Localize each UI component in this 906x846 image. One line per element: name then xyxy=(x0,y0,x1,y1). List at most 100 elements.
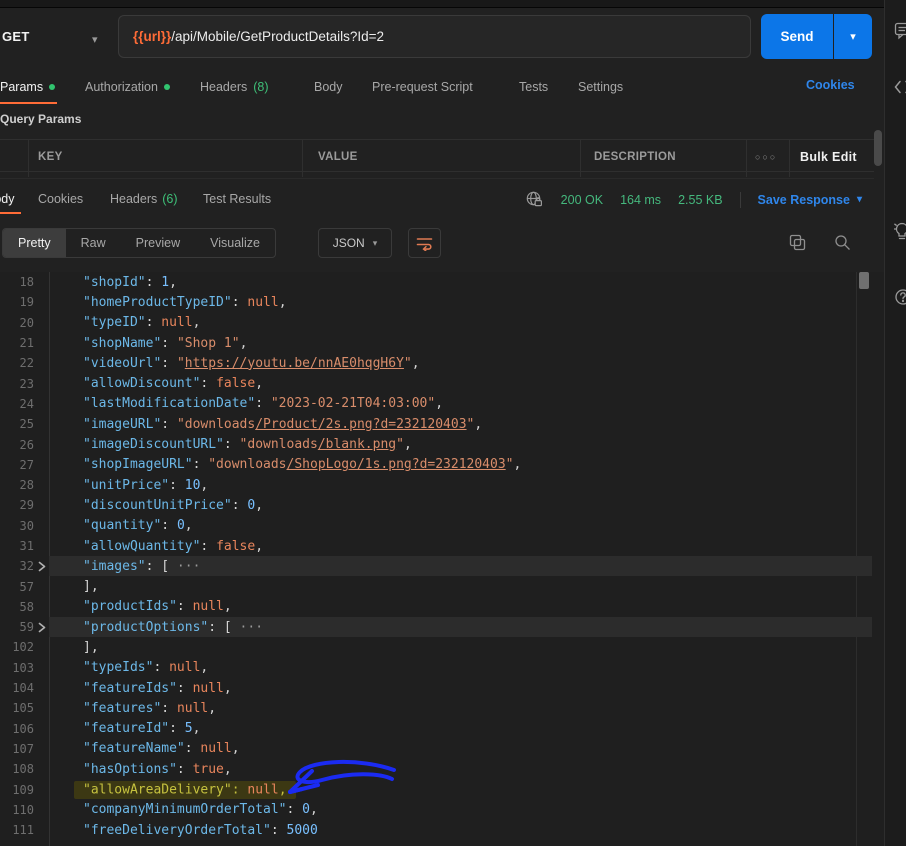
response-tab-test-results[interactable]: Test Results xyxy=(203,185,271,213)
tab-label: Headers xyxy=(110,192,157,206)
code-text: "typeID": null, xyxy=(49,315,200,330)
column-divider xyxy=(28,140,29,177)
documentation-icon[interactable] xyxy=(894,22,906,45)
tab-settings[interactable]: Settings xyxy=(578,72,623,102)
code-line: 57], xyxy=(0,576,884,596)
code-text: "productOptions": [ ··· xyxy=(49,620,263,635)
view-visualize[interactable]: Visualize xyxy=(195,229,275,257)
tab-label: Authorization xyxy=(85,80,158,94)
code-text: ], xyxy=(49,579,99,594)
code-line: 24 "lastModificationDate": "2023-02-21T04… xyxy=(0,394,884,414)
save-response-label: Save Response xyxy=(758,193,850,207)
code-text: "imageDiscountURL": "downloads/blank.png… xyxy=(49,437,412,452)
response-meta: 200 OK 164 ms 2.55 KB Save Response ▾ xyxy=(525,190,862,209)
code-line: 110"companyMinimumOrderTotal": 0, xyxy=(0,800,884,820)
method-selector[interactable]: GET ▾ xyxy=(0,15,117,58)
line-number: 29 xyxy=(0,498,34,512)
format-label: JSON xyxy=(333,236,365,250)
highlighted-selection: "allowAreaDelivery": null, xyxy=(74,781,296,799)
tab-label: Params xyxy=(0,80,43,94)
wrap-lines-button[interactable] xyxy=(408,228,441,258)
code-text: "homeProductTypeID": null, xyxy=(49,295,287,310)
code-text: "discountUnitPrice": 0, xyxy=(49,498,263,513)
response-time[interactable]: 164 ms xyxy=(620,193,661,207)
response-tabs: Body Cookies Headers (6) Test Results xyxy=(0,185,420,215)
response-size[interactable]: 2.55 KB xyxy=(678,193,722,207)
format-dropdown[interactable]: JSON ▾ xyxy=(318,228,392,258)
cookies-link[interactable]: Cookies xyxy=(806,78,855,92)
bulk-edit-button[interactable]: Bulk Edit xyxy=(800,140,857,173)
code-text: "productIds": null, xyxy=(49,599,232,614)
tab-authorization[interactable]: Authorization xyxy=(85,72,170,102)
line-number: 24 xyxy=(0,397,34,411)
more-options-icon[interactable]: ○○○ xyxy=(755,140,777,173)
line-number: 58 xyxy=(0,600,34,614)
search-response-button[interactable] xyxy=(834,234,851,256)
chevron-down-icon: ▾ xyxy=(857,194,862,205)
response-tab-body[interactable]: Body xyxy=(0,185,15,213)
code-text: "shopId": 1, xyxy=(49,275,177,290)
send-button[interactable]: Send xyxy=(761,14,833,59)
code-line: 25"imageURL": "downloads/Product/2s.png?… xyxy=(0,414,884,434)
code-text: "featureIds": null, xyxy=(49,681,232,696)
column-header-key: KEY xyxy=(38,140,63,173)
line-number: 102 xyxy=(0,640,34,654)
line-number: 57 xyxy=(0,580,34,594)
tab-tests[interactable]: Tests xyxy=(519,72,548,102)
code-line: 109"allowAreaDelivery": null, xyxy=(0,779,884,799)
scrollbar-thumb[interactable] xyxy=(874,130,882,166)
line-number: 23 xyxy=(0,377,34,391)
view-raw[interactable]: Raw xyxy=(66,229,121,257)
code-text: "hasOptions": true, xyxy=(49,762,232,777)
line-number: 28 xyxy=(0,478,34,492)
code-text: "imageURL": "downloads/Product/2s.png?d=… xyxy=(49,417,482,432)
response-tab-cookies[interactable]: Cookies xyxy=(38,185,83,213)
code-text: "lastModificationDate": "2023-02-21T04:0… xyxy=(49,396,443,411)
line-number: 59 xyxy=(0,620,34,634)
response-tab-headers[interactable]: Headers (6) xyxy=(110,185,178,213)
line-number: 20 xyxy=(0,316,34,330)
code-line: 30"quantity": 0, xyxy=(0,516,884,536)
tab-headers[interactable]: Headers(8) xyxy=(200,72,269,102)
code-line: 103"typeIds": null, xyxy=(0,658,884,678)
response-body-editor[interactable]: 18"shopId": 1, 19 "homeProductTypeID": nul… xyxy=(0,272,884,846)
tab-count: (6) xyxy=(162,192,177,206)
fold-toggle[interactable] xyxy=(34,622,49,633)
divider xyxy=(740,192,741,208)
tab-body[interactable]: Body xyxy=(314,72,343,102)
code-line: 27"shopImageURL": "downloads/ShopLogo/1s… xyxy=(0,455,884,475)
send-dropdown-button[interactable]: ▾ xyxy=(834,14,872,59)
url-input[interactable]: {{url}}/api/Mobile/GetProductDetails?Id=… xyxy=(118,15,751,58)
tab-pre-request-script[interactable]: Pre-request Script xyxy=(372,72,473,102)
tab-label: Headers xyxy=(200,80,247,94)
code-text: ], xyxy=(49,640,99,655)
copy-response-button[interactable] xyxy=(789,234,806,256)
code-line: 108"hasOptions": true, xyxy=(0,759,884,779)
code-text: "images": [ ··· xyxy=(49,559,200,574)
view-preview[interactable]: Preview xyxy=(121,229,195,257)
column-divider xyxy=(302,140,303,177)
tab-params[interactable]: Params xyxy=(0,72,55,102)
copy-icon xyxy=(789,234,806,251)
green-dot-icon xyxy=(49,84,55,90)
network-lock-icon xyxy=(525,190,544,209)
line-number: 31 xyxy=(0,539,34,553)
code-line: 20 "typeID": null, xyxy=(0,313,884,333)
view-pretty[interactable]: Pretty xyxy=(3,229,66,257)
status-badge[interactable]: 200 OK xyxy=(561,193,603,207)
response-view-switcher: PrettyRawPreviewVisualize xyxy=(2,228,276,258)
fold-toggle[interactable] xyxy=(34,561,49,572)
code-line: 105"features": null, xyxy=(0,698,884,718)
code-line: 18"shopId": 1, xyxy=(0,272,884,292)
save-response-button[interactable]: Save Response ▾ xyxy=(758,193,862,207)
lightbulb-icon[interactable] xyxy=(894,222,906,245)
help-circle-icon[interactable] xyxy=(894,288,906,311)
response-scrollbar-thumb[interactable] xyxy=(859,272,869,289)
query-params-table: KEY VALUE DESCRIPTION ○○○ Bulk Edit xyxy=(0,139,874,172)
code-line: 31"allowQuantity": false, xyxy=(0,536,884,556)
column-divider xyxy=(789,140,790,177)
code-snippet-icon[interactable] xyxy=(894,80,906,99)
code-text: "featureId": 5, xyxy=(49,721,200,736)
line-number: 19 xyxy=(0,295,34,309)
active-tab-underline xyxy=(0,212,21,214)
